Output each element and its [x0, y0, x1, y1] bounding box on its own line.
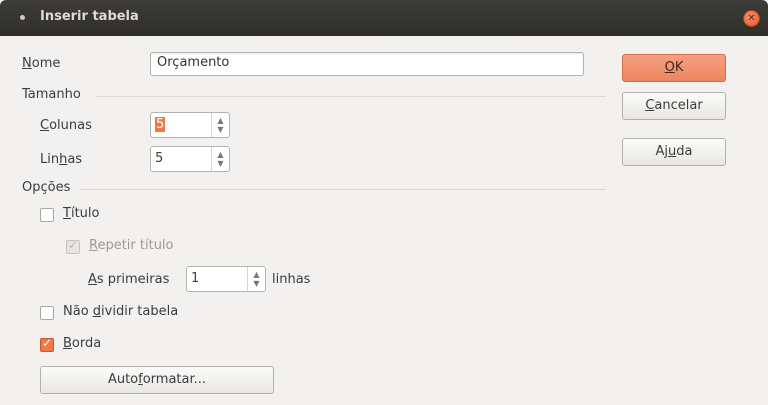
title-checkbox-label: Título — [63, 206, 100, 221]
rows-spinbox[interactable]: 5 ▲ ▼ — [150, 146, 230, 172]
columns-label: Colunas — [40, 118, 92, 133]
first-rows-spin-arrows-icon[interactable]: ▲ ▼ — [247, 267, 265, 291]
rows-value: 5 — [155, 151, 164, 166]
cancel-button[interactable]: Cancelar — [622, 92, 726, 120]
name-field[interactable]: Orçamento — [150, 52, 584, 76]
ok-button[interactable]: OK — [622, 54, 726, 82]
help-button[interactable]: Ajuda — [622, 138, 726, 166]
window-titlebar: Inserir tabela ✕ — [0, 0, 768, 36]
rows-spin-arrows-icon[interactable]: ▲ ▼ — [211, 147, 229, 171]
window-menu-icon[interactable] — [20, 15, 25, 20]
dont-split-label: Não dividir tabela — [63, 304, 179, 319]
close-button[interactable]: ✕ — [743, 10, 760, 27]
columns-spinbox[interactable]: 5 ▲ ▼ — [150, 112, 230, 138]
columns-value: 5 — [155, 117, 166, 132]
window-title: Inserir tabela — [40, 9, 139, 24]
autoformat-button[interactable]: Autoformatar... — [40, 366, 274, 394]
border-checkbox[interactable] — [40, 336, 54, 352]
close-icon: ✕ — [747, 13, 756, 24]
columns-spin-arrows-icon[interactable]: ▲ ▼ — [211, 113, 229, 137]
first-rows-value: 1 — [191, 271, 200, 286]
size-section-label: Tamanho — [22, 87, 81, 102]
dont-split-checkbox[interactable] — [40, 306, 54, 320]
options-separator — [80, 189, 606, 190]
repeat-title-checkbox[interactable] — [66, 238, 80, 254]
first-rows-label: As primeiras — [88, 272, 170, 287]
repeat-title-label: Repetir título — [89, 238, 174, 253]
first-rows-spinbox[interactable]: 1 ▲ ▼ — [186, 266, 266, 292]
rows-suffix-label: linhas — [272, 272, 311, 287]
title-checkbox[interactable] — [40, 208, 54, 222]
options-section-label: Opções — [22, 180, 71, 195]
name-label: Nome — [22, 56, 61, 71]
size-separator — [96, 96, 606, 97]
rows-label: Linhas — [40, 152, 83, 167]
border-label: Borda — [63, 336, 102, 351]
insert-table-dialog: Nome Orçamento Tamanho Colunas 5 ▲ ▼ Linh… — [0, 36, 768, 405]
